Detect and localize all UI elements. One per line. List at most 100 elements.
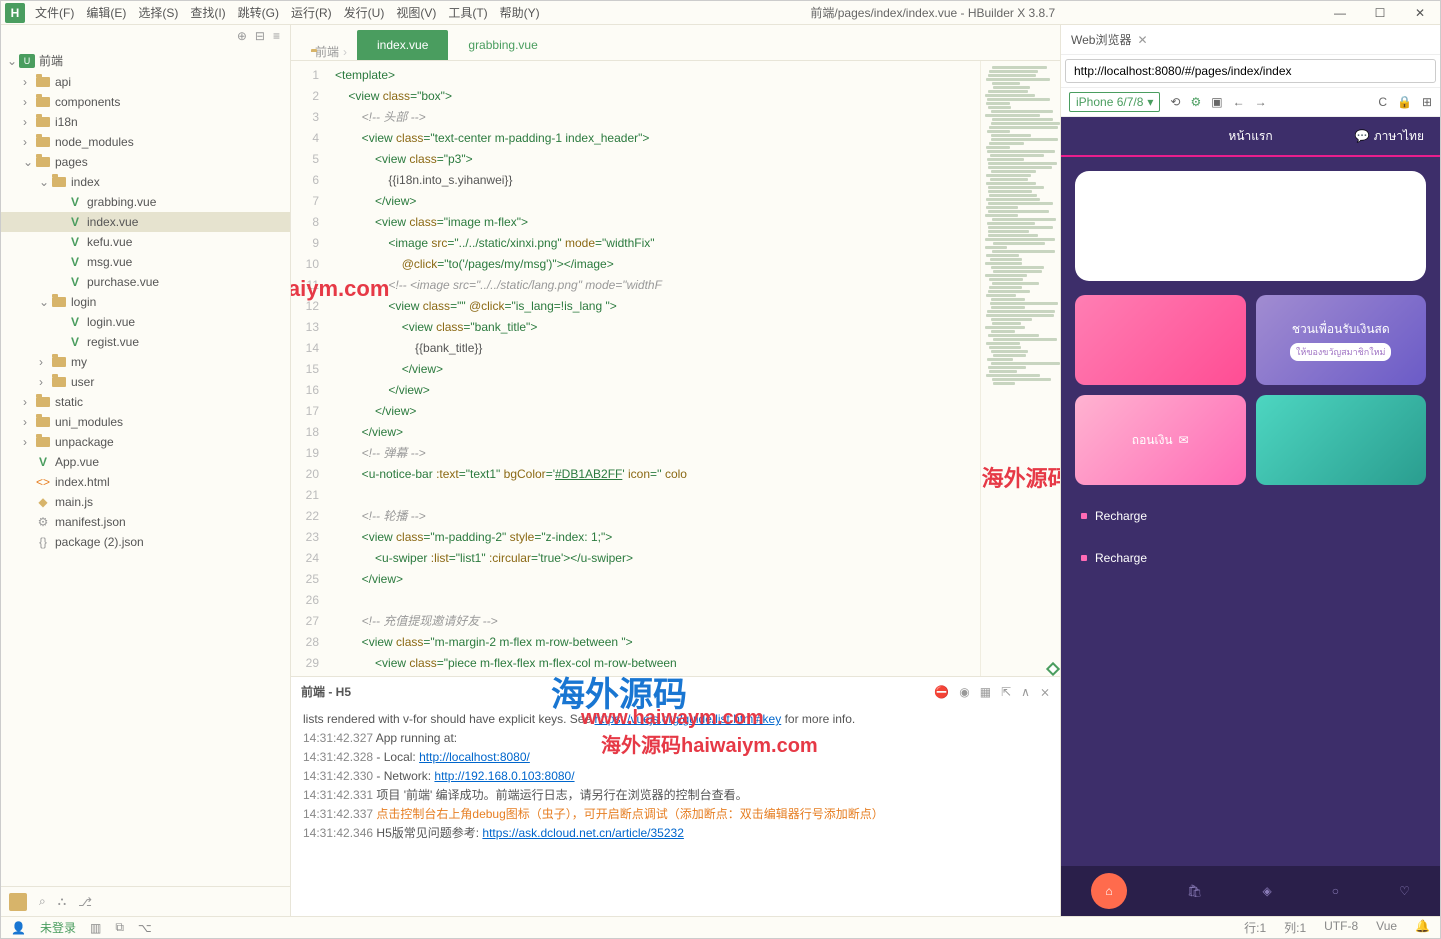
breadcrumb[interactable]: 前端 › bbox=[301, 43, 357, 60]
project-bottom-icon[interactable] bbox=[9, 893, 27, 911]
user-icon[interactable]: 👤 bbox=[11, 921, 26, 935]
export-icon[interactable]: ⇱ bbox=[1001, 685, 1011, 699]
console-tab[interactable]: 前端 - H5 bbox=[301, 683, 351, 700]
tree-item[interactable]: ›components bbox=[1, 92, 290, 112]
source-icon[interactable]: ⎇ bbox=[78, 895, 92, 909]
url-input[interactable] bbox=[1065, 59, 1436, 83]
device-selector[interactable]: iPhone 6/7/8 ▾ bbox=[1069, 92, 1160, 112]
tree-item[interactable]: ›uni_modules bbox=[1, 412, 290, 432]
close-button[interactable]: ✕ bbox=[1400, 4, 1440, 22]
nav-heart-icon[interactable]: ♡ bbox=[1399, 884, 1410, 898]
bug-icon[interactable]: ⛬ bbox=[58, 894, 66, 909]
tree-item[interactable]: ›unpackage bbox=[1, 432, 290, 452]
screenshot-icon[interactable]: ▣ bbox=[1211, 95, 1222, 109]
brack-icon: {} bbox=[35, 535, 51, 549]
maximize-button[interactable]: ☐ bbox=[1360, 4, 1400, 22]
tree-item[interactable]: ⌄login bbox=[1, 292, 290, 312]
new-file-icon[interactable]: ⊕ bbox=[237, 29, 247, 43]
collapse-icon[interactable]: ⊟ bbox=[255, 29, 265, 43]
binoculars-icon[interactable]: ⌕ bbox=[39, 894, 46, 909]
nav-search-icon[interactable]: ○ bbox=[1332, 884, 1339, 898]
tree-item[interactable]: ›static bbox=[1, 392, 290, 412]
tree-item[interactable]: ⚙manifest.json bbox=[1, 512, 290, 532]
console-link[interactable]: http://localhost:8080/ bbox=[419, 750, 530, 764]
tree-item[interactable]: Vlogin.vue bbox=[1, 312, 290, 332]
preview-viewport[interactable]: หน้าแรก 💬 ภาษาไทย ชวนเพื่อนรับเงินสด ให้… bbox=[1061, 117, 1440, 916]
rotate-icon[interactable]: ⟲ bbox=[1170, 95, 1180, 109]
project-root[interactable]: ⌄ U 前端 bbox=[1, 49, 290, 72]
close-browser-tab-icon[interactable]: ✕ bbox=[1137, 33, 1147, 47]
menu-item[interactable]: 查找(I) bbox=[184, 6, 231, 20]
lang-selector[interactable]: 💬 ภาษาไทย bbox=[1355, 127, 1424, 146]
tree-item[interactable]: Vregist.vue bbox=[1, 332, 290, 352]
console-link[interactable]: http://192.168.0.103:8080/ bbox=[434, 769, 574, 783]
editor-tab[interactable]: grabbing.vue bbox=[448, 30, 557, 60]
tree-item[interactable]: Vkefu.vue bbox=[1, 232, 290, 252]
forward-icon[interactable]: → bbox=[1255, 95, 1267, 109]
tree-item[interactable]: ›node_modules bbox=[1, 132, 290, 152]
editor-tab[interactable]: index.vue bbox=[357, 30, 448, 60]
tree-item[interactable]: ›user bbox=[1, 372, 290, 392]
banner-card[interactable] bbox=[1075, 171, 1426, 281]
tree-item[interactable]: <>index.html bbox=[1, 472, 290, 492]
tree-item[interactable]: {}package (2).json bbox=[1, 532, 290, 552]
menu-item[interactable]: 发行(U) bbox=[338, 6, 391, 20]
tree-item[interactable]: ⌄pages bbox=[1, 152, 290, 172]
debug-icon[interactable]: ⛔ bbox=[934, 685, 949, 699]
code-editor[interactable]: <template> <view class="box"> <!-- 头部 --… bbox=[327, 61, 980, 676]
stop-icon[interactable]: ◉ bbox=[959, 685, 969, 699]
promo-card[interactable] bbox=[1256, 395, 1427, 485]
menu-item[interactable]: 编辑(E) bbox=[80, 6, 132, 20]
js-icon: ◆ bbox=[35, 495, 51, 509]
tree-item[interactable]: ›my bbox=[1, 352, 290, 372]
tree-item[interactable]: Vgrabbing.vue bbox=[1, 192, 290, 212]
recharge-item[interactable]: Recharge bbox=[1061, 537, 1440, 579]
menu-icon[interactable]: ≡ bbox=[273, 29, 280, 43]
tree-item[interactable]: Vindex.vue bbox=[1, 212, 290, 232]
collapse-console-icon[interactable]: ∧ bbox=[1021, 685, 1030, 699]
invite-card[interactable]: ชวนเพื่อนรับเงินสด ให้ของขวัญสมาชิกใหม่ bbox=[1256, 295, 1427, 385]
tree-item[interactable]: ⌄index bbox=[1, 172, 290, 192]
console-link[interactable]: https://vuejs.org/guide/list.html#key bbox=[594, 712, 781, 726]
menu-item[interactable]: 帮助(Y) bbox=[494, 6, 546, 20]
tree-item[interactable]: Vmsg.vue bbox=[1, 252, 290, 272]
settings-icon[interactable]: ⚙ bbox=[1190, 95, 1201, 109]
minimize-button[interactable]: — bbox=[1320, 4, 1360, 22]
grid-icon[interactable]: ⊞ bbox=[1422, 95, 1432, 109]
back-icon[interactable]: ← bbox=[1233, 95, 1245, 109]
tree-item[interactable]: ◆main.js bbox=[1, 492, 290, 512]
deposit-card[interactable] bbox=[1075, 295, 1246, 385]
branch-icon[interactable]: ⌥ bbox=[138, 921, 152, 935]
vue-icon: V bbox=[67, 215, 83, 229]
tree-item[interactable]: VApp.vue bbox=[1, 452, 290, 472]
encoding[interactable]: UTF-8 bbox=[1324, 919, 1358, 936]
terminal-icon[interactable]: ⧉ bbox=[115, 920, 124, 935]
nav-diamond-icon[interactable]: ◈ bbox=[1262, 884, 1271, 898]
tree-item[interactable]: ›i18n bbox=[1, 112, 290, 132]
withdraw-card[interactable]: ถอนเงิน ✉ bbox=[1075, 395, 1246, 485]
menu-item[interactable]: 工具(T) bbox=[442, 6, 493, 20]
menu-item[interactable]: 运行(R) bbox=[285, 6, 338, 20]
sync-icon[interactable]: ▥ bbox=[90, 921, 101, 935]
menu-item[interactable]: 视图(V) bbox=[390, 6, 442, 20]
recharge-item[interactable]: Recharge bbox=[1061, 495, 1440, 537]
folder-icon bbox=[35, 135, 51, 149]
trash-icon[interactable]: ▦ bbox=[980, 685, 991, 699]
console-link[interactable]: https://ask.dcloud.net.cn/article/35232 bbox=[482, 826, 683, 840]
lock-icon[interactable]: 🔒 bbox=[1397, 95, 1412, 109]
reload-icon[interactable]: C bbox=[1378, 95, 1387, 109]
folder-icon bbox=[51, 295, 67, 309]
menu-item[interactable]: 跳转(G) bbox=[232, 6, 285, 20]
tree-item[interactable]: Vpurchase.vue bbox=[1, 272, 290, 292]
menu-item[interactable]: 文件(F) bbox=[29, 6, 80, 20]
menu-item[interactable]: 选择(S) bbox=[132, 6, 184, 20]
tree-item[interactable]: ›api bbox=[1, 72, 290, 92]
line-gutter[interactable]: 12-34-5-678-9-101112-13-1415161718192021… bbox=[291, 61, 327, 676]
close-console-icon[interactable]: ⨯ bbox=[1040, 685, 1050, 699]
language-mode[interactable]: Vue bbox=[1376, 919, 1397, 936]
minimap[interactable] bbox=[980, 61, 1060, 676]
nav-bag-icon[interactable]: 🛍 bbox=[1187, 884, 1202, 898]
notification-icon[interactable]: 🔔 bbox=[1415, 919, 1430, 936]
login-status[interactable]: 未登录 bbox=[40, 919, 76, 936]
nav-home-icon[interactable]: ⌂ bbox=[1091, 873, 1127, 909]
